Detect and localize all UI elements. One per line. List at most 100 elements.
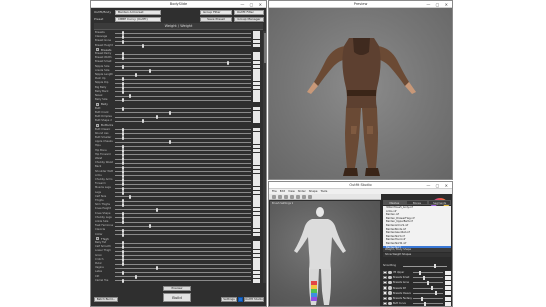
eye-icon[interactable]	[388, 291, 392, 295]
eye-icon[interactable]	[388, 301, 392, 306]
slider-track[interactable]	[115, 77, 251, 82]
os-slider-track[interactable]	[413, 296, 443, 301]
outfit-studio-viewport[interactable]: Brush Settings ▾	[270, 201, 380, 306]
slider-track[interactable]	[115, 253, 251, 258]
slider-track[interactable]	[115, 148, 251, 153]
category-checkbox[interactable]	[96, 102, 99, 106]
os-slider-track[interactable]	[413, 270, 443, 275]
inflate-brush-icon[interactable]	[284, 195, 288, 199]
slider-checkbox[interactable]	[383, 275, 387, 280]
slider-track[interactable]	[115, 178, 251, 183]
tab-bones[interactable]: Bones	[405, 200, 429, 205]
menu-item-view[interactable]: View	[288, 189, 295, 193]
slider-track[interactable]	[115, 136, 251, 141]
slider-track[interactable]	[115, 56, 251, 61]
slider-track[interactable]	[115, 199, 251, 204]
slider-track[interactable]	[115, 144, 251, 149]
outfit-studio-button[interactable]: Outfit Studio	[244, 297, 264, 302]
preview-button[interactable]: Preview	[163, 286, 191, 291]
group-manager-button[interactable]: Group Manager	[234, 16, 264, 22]
build-button[interactable]: Build	[163, 293, 191, 302]
os-slider-value[interactable]	[445, 301, 451, 306]
outfit-dropdown[interactable]: Barden Armorset	[115, 9, 161, 15]
outfit-filter-input[interactable]: Outfit Filter	[234, 9, 264, 15]
slider-track[interactable]	[115, 52, 251, 57]
category-checkbox[interactable]	[96, 123, 99, 127]
os-slider-thumb[interactable]	[419, 270, 421, 275]
slider-checkbox[interactable]	[383, 301, 387, 306]
slider-track[interactable]	[115, 228, 251, 233]
brush-strength-slider[interactable]: Smoothing	[383, 264, 451, 268]
brush-strength-thumb[interactable]	[433, 264, 436, 268]
eye-icon[interactable]	[388, 275, 392, 280]
settings-button[interactable]: Settings	[221, 297, 237, 302]
slider-checkbox[interactable]	[383, 291, 387, 295]
slider-track[interactable]	[115, 119, 251, 124]
menu-item-shape[interactable]: Shape	[309, 189, 318, 193]
slider-track[interactable]	[115, 60, 251, 65]
os-slider-thumb[interactable]	[434, 291, 437, 296]
slider-track[interactable]	[115, 153, 251, 157]
slider-track[interactable]	[115, 274, 251, 279]
slider-track[interactable]	[115, 203, 251, 208]
window-controls[interactable]: — ▢ ✕	[426, 1, 450, 8]
deflate-brush-icon[interactable]	[290, 195, 294, 199]
show-weight-checkbox[interactable]: Show Weight Shapes	[383, 253, 451, 257]
slider-track[interactable]	[115, 69, 251, 73]
os-slider-thumb[interactable]	[420, 296, 423, 301]
slider-thumb[interactable]	[142, 43, 145, 48]
eye-icon[interactable]	[388, 296, 392, 300]
slider-track[interactable]	[115, 161, 251, 166]
slider-track[interactable]	[115, 245, 251, 250]
slider-value-field[interactable]	[253, 119, 260, 123]
slider-track[interactable]	[115, 249, 251, 254]
slider-track[interactable]	[115, 127, 251, 132]
slider-track[interactable]	[115, 165, 251, 170]
slider-track[interactable]	[115, 182, 251, 187]
scrollbar-grip[interactable]	[263, 33, 266, 63]
os-slider-value[interactable]	[445, 286, 451, 291]
os-slider-thumb[interactable]	[430, 286, 433, 291]
os-slider-thumb[interactable]	[422, 275, 425, 280]
slider-track[interactable]	[115, 190, 251, 195]
save-preset-button[interactable]: Save Preset	[200, 16, 232, 22]
slider-track[interactable]	[115, 216, 251, 220]
os-slider-value[interactable]	[445, 275, 451, 280]
os-slider-value[interactable]	[445, 296, 451, 301]
slider-checkbox[interactable]	[383, 270, 387, 274]
slider-track[interactable]	[115, 35, 251, 40]
slider-track[interactable]	[115, 31, 251, 36]
slider-track[interactable]	[115, 132, 251, 136]
slider-scrollbar[interactable]	[263, 31, 266, 283]
slider-value-field[interactable]	[253, 43, 260, 48]
menu-item-tools[interactable]: Tools	[321, 189, 328, 193]
slider-track[interactable]	[115, 224, 251, 229]
slider-track[interactable]	[115, 106, 251, 111]
mesh-list[interactable]: 3DGirlHose5_body.nif Arms.nif Barden.nif Ba…	[383, 206, 451, 250]
slider-track[interactable]	[115, 262, 251, 267]
category-checkbox[interactable]	[96, 48, 99, 52]
slider-track[interactable]	[115, 81, 251, 86]
slider-track[interactable]	[115, 186, 251, 191]
os-slider-value[interactable]	[445, 280, 451, 285]
eye-icon[interactable]	[388, 280, 392, 285]
group-filter-input[interactable]: Group Filter	[200, 9, 232, 15]
slider-track[interactable]	[115, 64, 251, 69]
eye-icon[interactable]	[388, 270, 392, 274]
menu-item-file[interactable]: File	[272, 189, 277, 193]
slider-track[interactable]	[115, 258, 251, 262]
window-controls[interactable]: — ▢ ✕	[240, 1, 264, 8]
os-slider-value[interactable]	[445, 270, 451, 275]
window-controls[interactable]: — ▢ ✕	[426, 182, 450, 189]
slider-track[interactable]	[115, 207, 251, 212]
slider-checkbox[interactable]	[383, 280, 387, 285]
batch-build-button[interactable]: Batch Build...	[94, 297, 118, 302]
os-slider-track[interactable]	[413, 275, 443, 280]
os-slider-value[interactable]	[445, 291, 451, 296]
slider-track[interactable]	[115, 73, 251, 78]
move-brush-icon[interactable]	[296, 195, 300, 199]
slider-thumb[interactable]	[142, 119, 145, 124]
slider-value-field[interactable]	[253, 98, 260, 102]
slider-track[interactable]	[115, 169, 251, 174]
slider-track[interactable]	[115, 43, 251, 48]
